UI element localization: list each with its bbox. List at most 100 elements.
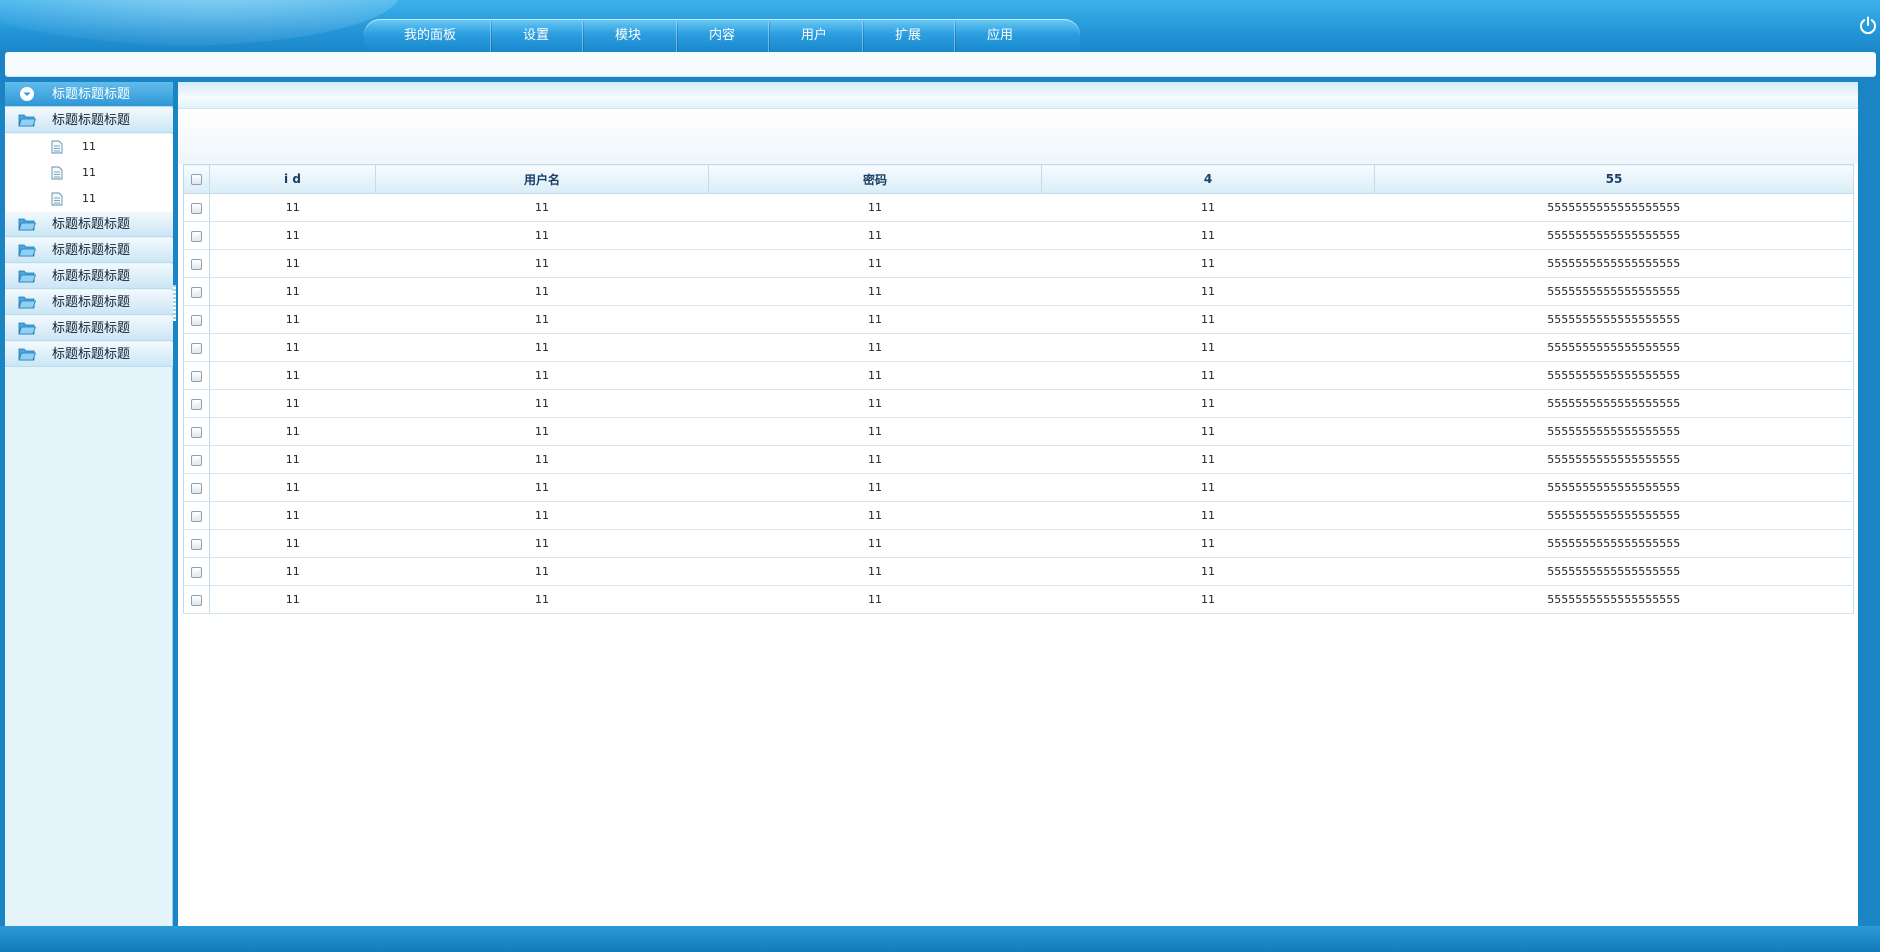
folder-open-icon [18,114,36,127]
table-row[interactable]: 11 11 11 11 5555555555555555555 [183,557,1854,586]
sidebar-child-item[interactable]: 11 [5,160,173,186]
cell-username: 11 [375,277,709,306]
top-header: 我的面板 设置 模块 内容 用户 扩展 应用 [0,0,1880,52]
cell-id: 11 [209,529,376,558]
cell-4: 11 [1041,361,1375,390]
sidebar-group[interactable]: 标题标题标题 [5,290,173,315]
cell-4: 11 [1041,333,1375,362]
power-icon[interactable] [1858,15,1878,35]
cell-55: 5555555555555555555 [1374,445,1854,474]
table-row[interactable]: 11 11 11 11 5555555555555555555 [183,529,1854,558]
sidebar-group[interactable]: 标题标题标题 [5,342,173,367]
cell-id: 11 [209,361,376,390]
sidebar-group[interactable]: 标题标题标题 [5,316,173,341]
table-row[interactable]: 11 11 11 11 5555555555555555555 [183,193,1854,222]
cell-55: 5555555555555555555 [1374,277,1854,306]
sidebar-group[interactable]: 标题标题标题 [5,264,173,289]
table-row[interactable]: 11 11 11 11 5555555555555555555 [183,249,1854,278]
table-row[interactable]: 11 11 11 11 5555555555555555555 [183,333,1854,362]
cell-password: 11 [708,193,1042,222]
cell-4: 11 [1041,445,1375,474]
nav-item-extensions[interactable]: 扩展 [862,19,954,52]
cell-password: 11 [708,585,1042,614]
cell-password: 11 [708,333,1042,362]
select-all-checkbox[interactable] [191,174,202,185]
cell-username: 11 [375,361,709,390]
cell-password: 11 [708,557,1042,586]
sidebar-group[interactable]: 标题标题标题 [5,212,173,237]
sidebar-child-item[interactable]: 11 [5,134,173,160]
folder-open-icon [18,296,36,309]
table-row[interactable]: 11 11 11 11 5555555555555555555 [183,473,1854,502]
row-checkbox[interactable] [191,398,202,410]
column-header-4[interactable]: 4 [1041,164,1375,194]
row-checkbox[interactable] [191,426,202,438]
cell-username: 11 [375,417,709,446]
folder-open-icon [18,348,36,361]
cell-id: 11 [209,221,376,250]
sidebar: 标题标题标题 标题标题标题 11 11 11 标题标题标题 标题标题标题 标题标… [5,82,173,926]
nav-item-modules[interactable]: 模块 [582,19,674,52]
sidebar-resize-handle[interactable] [173,285,176,321]
sidebar-group-open[interactable]: 标题标题标题 [5,108,173,133]
nav-item-users[interactable]: 用户 [768,19,860,52]
row-checkbox[interactable] [191,370,202,382]
cell-55: 5555555555555555555 [1374,473,1854,502]
row-checkbox[interactable] [191,510,202,522]
sidebar-child-label: 11 [82,166,96,179]
table-row[interactable]: 11 11 11 11 5555555555555555555 [183,445,1854,474]
row-checkbox[interactable] [191,314,202,326]
table-row[interactable]: 11 11 11 11 5555555555555555555 [183,305,1854,334]
select-all-cell [183,164,210,194]
cell-4: 11 [1041,221,1375,250]
row-checkbox[interactable] [191,342,202,354]
table-row[interactable]: 11 11 11 11 5555555555555555555 [183,417,1854,446]
row-checkbox[interactable] [191,230,202,242]
bottom-footer [0,926,1880,952]
row-checkbox[interactable] [191,594,202,606]
main-content: i d 用户名 密码 4 55 11 11 11 11 555555555555… [178,82,1858,926]
table-row[interactable]: 11 11 11 11 5555555555555555555 [183,361,1854,390]
row-checkbox[interactable] [191,454,202,466]
cell-password: 11 [708,249,1042,278]
sidebar-child-item[interactable]: 11 [5,186,173,212]
row-checkbox[interactable] [191,566,202,578]
cell-id: 11 [209,557,376,586]
nav-item-settings[interactable]: 设置 [490,19,582,52]
table-row[interactable]: 11 11 11 11 5555555555555555555 [183,389,1854,418]
cell-id: 11 [209,305,376,334]
table-row[interactable]: 11 11 11 11 5555555555555555555 [183,277,1854,306]
content-title-bar [178,82,1858,109]
sidebar-group-label: 标题标题标题 [52,321,131,336]
row-checkbox[interactable] [191,286,202,298]
row-checkbox[interactable] [191,202,202,214]
sidebar-header[interactable]: 标题标题标题 [5,82,173,107]
sidebar-group-label: 标题标题标题 [52,217,131,232]
nav-item-apps[interactable]: 应用 [954,19,1046,52]
row-select-cell [183,249,210,278]
row-checkbox[interactable] [191,258,202,270]
table-header-row: i d 用户名 密码 4 55 [183,164,1854,194]
cell-4: 11 [1041,585,1375,614]
cell-55: 5555555555555555555 [1374,389,1854,418]
sidebar-group[interactable]: 标题标题标题 [5,238,173,263]
cell-55: 5555555555555555555 [1374,333,1854,362]
row-checkbox[interactable] [191,482,202,494]
column-header-username[interactable]: 用户名 [375,164,709,194]
cell-username: 11 [375,501,709,530]
cell-55: 5555555555555555555 [1374,305,1854,334]
row-select-cell [183,305,210,334]
nav-item-content[interactable]: 内容 [676,19,768,52]
content-toolbar [178,110,1858,164]
row-checkbox[interactable] [191,538,202,550]
table-row[interactable]: 11 11 11 11 5555555555555555555 [183,221,1854,250]
table-row[interactable]: 11 11 11 11 5555555555555555555 [183,585,1854,614]
column-header-id[interactable]: i d [209,164,376,194]
cell-id: 11 [209,445,376,474]
nav-item-dashboard[interactable]: 我的面板 [384,19,476,52]
column-header-55[interactable]: 55 [1374,164,1854,194]
table-row[interactable]: 11 11 11 11 5555555555555555555 [183,501,1854,530]
row-select-cell [183,585,210,614]
cell-username: 11 [375,249,709,278]
column-header-password[interactable]: 密码 [708,164,1042,194]
